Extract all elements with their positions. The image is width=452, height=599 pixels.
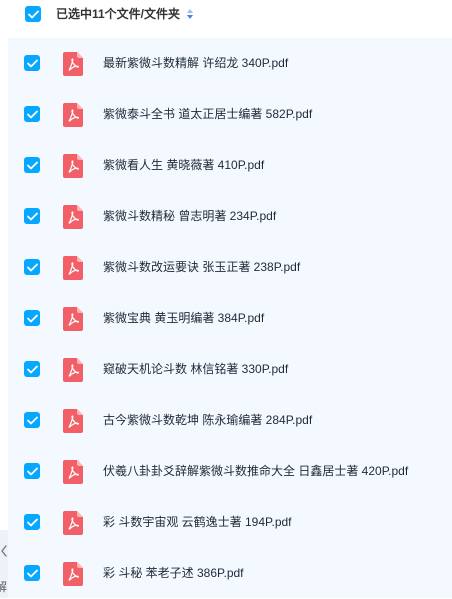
file-name[interactable]: 伏羲八卦卦爻辞解紫微斗数推命大全 日鑫居士著 420P.pdf [103,463,408,479]
check-icon [26,161,38,169]
file-checkbox[interactable] [24,259,40,275]
file-name[interactable]: 紫微斗数改运要诀 张玉正著 238P.pdf [103,259,300,275]
file-checkbox[interactable] [24,310,40,326]
file-row[interactable]: 彩 斗秘 苯老子述 386P.pdf [8,548,452,599]
check-icon [26,416,38,424]
file-name[interactable]: 窥破天机论斗数 林信铭著 330P.pdf [103,361,288,377]
pdf-icon [63,307,83,331]
check-icon [26,569,38,577]
pdf-icon [63,562,83,586]
file-row[interactable]: 紫微泰斗全书 道太正居士编著 582P.pdf [8,89,452,140]
pdf-icon [63,52,83,76]
selection-count-label: 已选中11个文件/文件夹 [56,7,181,21]
file-row[interactable]: 紫微看人生 黄晓薇著 410P.pdf [8,140,452,191]
file-checkbox[interactable] [24,412,40,428]
chevron-left-icon[interactable] [0,544,8,558]
file-row[interactable]: 紫微宝典 黄玉明编著 384P.pdf [8,293,452,344]
file-checkbox[interactable] [24,514,40,530]
check-icon [26,59,38,67]
pdf-icon [63,205,83,229]
pdf-icon [63,256,83,280]
file-name[interactable]: 紫微斗数精秘 曾志明著 234P.pdf [103,208,276,224]
check-icon [26,365,38,373]
file-checkbox[interactable] [24,208,40,224]
file-name[interactable]: 古今紫微斗数乾坤 陈永瑜编著 284P.pdf [103,412,312,428]
file-row[interactable]: 最新紫微斗数精解 许绍龙 340P.pdf [8,38,452,89]
pdf-icon [63,358,83,382]
file-checkbox[interactable] [24,106,40,122]
selection-header: 已选中11个文件/文件夹 [0,0,452,32]
file-row[interactable]: 紫微斗数精秘 曾志明著 234P.pdf [8,191,452,242]
check-icon [26,212,38,220]
file-name[interactable]: 紫微泰斗全书 道太正居士编著 582P.pdf [103,106,312,122]
file-name[interactable]: 紫微看人生 黄晓薇著 410P.pdf [103,157,264,173]
sort-toggle-icon[interactable] [186,8,194,20]
check-icon [26,518,38,526]
check-icon [26,263,38,271]
file-list: 最新紫微斗数精解 许绍龙 340P.pdf 紫微泰斗全书 道太正居士编著 582P… [8,38,452,598]
pdf-icon [63,511,83,535]
file-row[interactable]: 窥破天机论斗数 林信铭著 330P.pdf [8,344,452,395]
file-row[interactable]: 紫微斗数改运要诀 张玉正著 238P.pdf [8,242,452,293]
check-icon [26,467,38,475]
file-checkbox[interactable] [24,55,40,71]
pdf-icon [63,460,83,484]
file-row[interactable]: 古今紫微斗数乾坤 陈永瑜编著 284P.pdf [8,395,452,446]
file-checkbox[interactable] [24,565,40,581]
pdf-icon [63,409,83,433]
file-name[interactable]: 彩 斗秘 苯老子述 386P.pdf [103,565,244,581]
pdf-icon [63,103,83,127]
check-icon [26,110,38,118]
file-name[interactable]: 彩 斗数宇宙观 云鹤逸士著 194P.pdf [103,514,292,530]
select-all-checkbox[interactable] [25,6,41,22]
file-name[interactable]: 紫微宝典 黄玉明编著 384P.pdf [103,310,264,326]
file-checkbox[interactable] [24,361,40,377]
file-name[interactable]: 最新紫微斗数精解 许绍龙 340P.pdf [103,55,288,71]
file-row[interactable]: 伏羲八卦卦爻辞解紫微斗数推命大全 日鑫居士著 420P.pdf [8,446,452,497]
file-checkbox[interactable] [24,157,40,173]
check-icon [26,314,38,322]
check-icon [27,10,39,18]
side-panel-text: 解 [0,580,7,594]
file-checkbox[interactable] [24,463,40,479]
pdf-icon [63,154,83,178]
file-row[interactable]: 彩 斗数宇宙观 云鹤逸士著 194P.pdf [8,497,452,548]
